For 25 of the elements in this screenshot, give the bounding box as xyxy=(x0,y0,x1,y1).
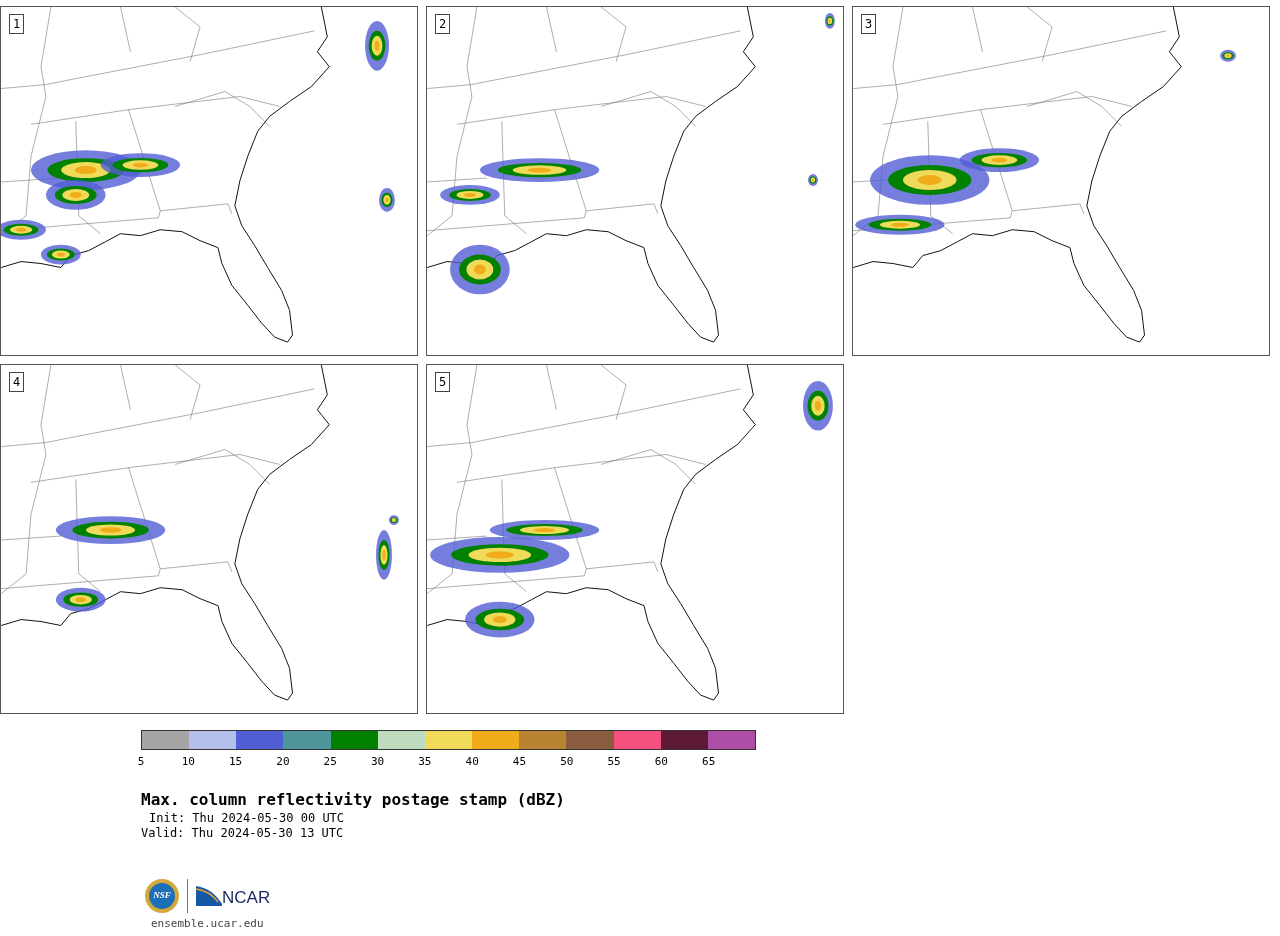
scale-tick-label: 50 xyxy=(560,756,574,767)
seal-logo: NSF xyxy=(145,879,179,913)
init-time: Init: Thu 2024-05-30 00 UTC xyxy=(148,811,345,826)
scale-tick-label: 25 xyxy=(323,756,337,767)
scale-tick-label: 35 xyxy=(418,756,432,767)
ncar-wordmark: NCAR xyxy=(222,889,271,906)
scale-tick-label: 5 xyxy=(137,756,145,767)
panel-number: 3 xyxy=(861,14,877,34)
scale-tick-label: 10 xyxy=(181,756,195,767)
scale-tick-label: 45 xyxy=(512,756,527,767)
scale-tick-label: 60 xyxy=(654,756,668,767)
scale-tick-label: 55 xyxy=(607,756,621,767)
scale-tick-label: 20 xyxy=(276,756,290,767)
arc-logo-icon xyxy=(196,886,222,906)
scale-tick-label: 30 xyxy=(370,756,385,767)
panel-number: 1 xyxy=(9,14,25,34)
scale-tick-label: 40 xyxy=(465,756,479,767)
valid-time: Valid: Thu 2024-05-30 13 UTC xyxy=(141,826,344,841)
scale-tick-label: 15 xyxy=(229,756,243,767)
chart-title: Max. column reflectivity postage stamp (dBZ) xyxy=(141,791,565,809)
scale-tick-label: 65 xyxy=(702,756,716,767)
panel-number: 2 xyxy=(435,14,451,34)
panel-number: 4 xyxy=(9,372,25,392)
site-url: ensemble.ucar.edu xyxy=(151,917,265,930)
panel-number: 5 xyxy=(435,372,451,392)
